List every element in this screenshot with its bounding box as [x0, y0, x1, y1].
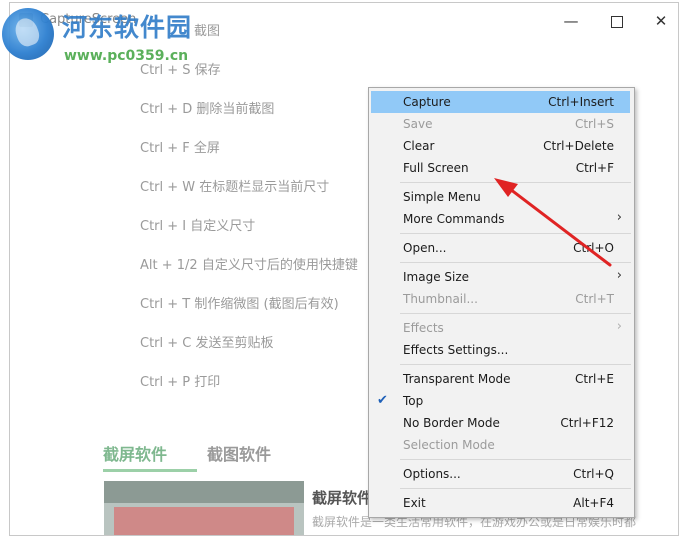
chevron-right-icon: ›	[616, 210, 622, 225]
article-title[interactable]: 截屏软件	[312, 487, 372, 508]
context-menu: Capture Ctrl+Insert Save Ctrl+S Clear Ct…	[368, 87, 635, 518]
menu-separator	[400, 233, 631, 234]
shortcut-item: Ctrl + I 自定义尺寸	[140, 219, 256, 234]
menu-item-top[interactable]: ✔ Top	[371, 390, 630, 412]
menu-item-image-size[interactable]: Image Size ›	[371, 266, 630, 288]
active-tab-indicator	[103, 469, 197, 472]
menu-item-more-commands[interactable]: More Commands ›	[371, 208, 630, 230]
checkmark-icon: ✔	[377, 393, 388, 408]
close-button[interactable]: ✕	[646, 9, 676, 33]
menu-item-no-border-mode[interactable]: No Border Mode Ctrl+F12	[371, 412, 630, 434]
menu-item-save[interactable]: Save Ctrl+S	[371, 113, 630, 135]
menu-item-transparent-mode[interactable]: Transparent Mode Ctrl+E	[371, 368, 630, 390]
menu-item-thumbnail[interactable]: Thumbnail... Ctrl+T	[371, 288, 630, 310]
minimize-button[interactable]: —	[556, 9, 586, 33]
menu-item-selection-mode[interactable]: Selection Mode	[371, 434, 630, 456]
menu-item-full-screen[interactable]: Full Screen Ctrl+F	[371, 157, 630, 179]
menu-separator	[400, 182, 631, 183]
article-thumbnail[interactable]	[104, 481, 304, 535]
menu-separator	[400, 459, 631, 460]
chevron-right-icon: ›	[616, 319, 622, 334]
shortcut-item: Alt + 1/2 自定义尺寸后的使用快捷键	[140, 258, 358, 273]
chevron-right-icon: ›	[616, 268, 622, 283]
shortcut-item: Ctrl + D 删除当前截图	[140, 102, 275, 117]
shortcut-item: Ctrl + C 发送至剪贴板	[140, 336, 274, 351]
site-watermark: 河东软件园 www.pc0359.cn	[0, 4, 230, 70]
menu-separator	[400, 262, 631, 263]
shortcut-item: Ctrl + W 在标题栏显示当前尺寸	[140, 180, 330, 195]
menu-item-options[interactable]: Options... Ctrl+Q	[371, 463, 630, 485]
menu-separator	[400, 313, 631, 314]
maximize-icon	[611, 15, 623, 28]
watermark-url: www.pc0359.cn	[64, 48, 189, 64]
menu-item-effects[interactable]: Effects ›	[371, 317, 630, 339]
menu-item-simple-menu[interactable]: Simple Menu	[371, 186, 630, 208]
tab-capture-software[interactable]: 截图软件	[207, 441, 271, 465]
watermark-title: 河东软件园	[62, 13, 193, 42]
shortcut-item: Ctrl + T 制作缩微图 (截图后有效)	[140, 297, 339, 312]
menu-item-clear[interactable]: Clear Ctrl+Delete	[371, 135, 630, 157]
menu-item-capture[interactable]: Capture Ctrl+Insert	[371, 91, 630, 113]
category-tabs: 截屏软件 截图软件	[103, 433, 353, 473]
menu-item-open[interactable]: Open... Ctrl+O	[371, 237, 630, 259]
shortcut-item: Ctrl + P 打印	[140, 375, 221, 390]
menu-separator	[400, 488, 631, 489]
menu-item-exit[interactable]: Exit Alt+F4	[371, 492, 630, 514]
watermark-logo-icon	[2, 8, 54, 60]
maximize-button[interactable]	[602, 9, 632, 33]
menu-separator	[400, 364, 631, 365]
tab-screenshot-software[interactable]: 截屏软件	[103, 441, 167, 465]
shortcut-item: Ctrl + F 全屏	[140, 141, 220, 156]
menu-item-effects-settings[interactable]: Effects Settings...	[371, 339, 630, 361]
